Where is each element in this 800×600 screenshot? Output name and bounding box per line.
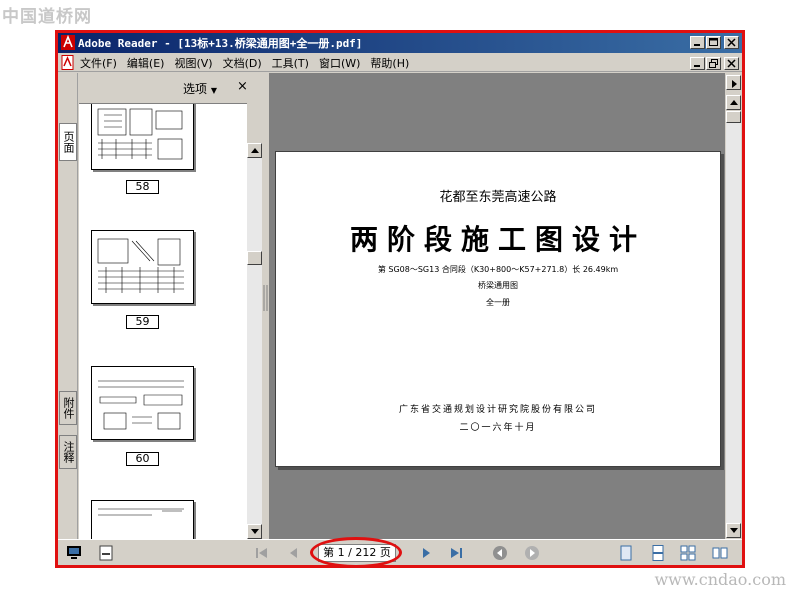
document-scrollbar[interactable] [725, 73, 742, 539]
restore-icon [709, 59, 718, 68]
volume-title: 桥梁通用图 [478, 281, 518, 290]
maximize-button[interactable] [706, 36, 721, 49]
menu-edit[interactable]: 编辑(E) [127, 55, 165, 71]
monitor-icon[interactable] [66, 545, 82, 561]
navigation-tab-strip: 页面 附件 注释 [58, 73, 78, 539]
close-icon [727, 59, 736, 68]
arrow-up-icon [251, 148, 259, 153]
continuous-facing-view-icon[interactable] [680, 545, 696, 561]
pdf-page: 花都至东莞高速公路 两阶段施工图设计 第 SG08～SG13 合同段（K30+8… [275, 151, 721, 467]
thumbnail-panel: 选项 ▼ × 58 59 60 [79, 73, 263, 539]
page-setup-icon[interactable] [98, 545, 114, 561]
continuous-view-icon[interactable] [650, 545, 666, 561]
first-page-icon[interactable] [254, 546, 270, 560]
drawing-preview-icon [98, 508, 184, 516]
maximize-icon [709, 38, 718, 46]
page-number-field[interactable]: 第 1 / 212 页 [318, 544, 396, 562]
status-bar: 第 1 / 212 页 [58, 537, 742, 565]
arrow-down-icon [730, 528, 738, 533]
arrow-up-icon [730, 100, 738, 105]
drawing-preview-icon [97, 108, 183, 160]
tab-comments[interactable]: 注释 [59, 435, 77, 469]
page-number-label: 60 [126, 452, 159, 466]
options-menu[interactable]: 选项 ▼ [183, 80, 217, 97]
page-thumbnail-59[interactable] [91, 230, 194, 304]
close-panel-button[interactable]: × [237, 79, 248, 94]
doc-scroll-up-button[interactable] [726, 95, 741, 110]
window-title: Adobe Reader - [13标+13.桥梁通用图+全一册.pdf] [78, 37, 363, 50]
minimize-button[interactable] [690, 36, 705, 49]
issue-date: 二〇一六年十月 [459, 423, 537, 433]
menu-document[interactable]: 文档(D) [223, 55, 262, 71]
book-label: 全一册 [486, 298, 510, 307]
adobe-reader-icon [61, 35, 75, 50]
thumbnail-panel-header: 选项 ▼ × [79, 73, 263, 101]
menu-tools[interactable]: 工具(T) [272, 55, 309, 71]
watermark-bottom: www.cndao.com [654, 570, 786, 589]
watermark-top: 中国道桥网 [2, 7, 92, 27]
doc-scrollbar-thumb[interactable] [726, 111, 741, 123]
menu-items: 文件(F) 编辑(E) 视图(V) 文档(D) 工具(T) 窗口(W) 帮助(H… [80, 55, 409, 71]
close-icon [727, 38, 736, 47]
document-viewport[interactable]: 花都至东莞高速公路 两阶段施工图设计 第 SG08～SG13 合同段（K30+8… [269, 73, 725, 539]
scrollbar-thumb[interactable] [247, 251, 262, 265]
page-thumbnail-58[interactable] [91, 104, 194, 170]
doc-minimize-button[interactable] [690, 57, 705, 70]
chevron-down-icon: ▼ [210, 86, 217, 95]
reader-window: Adobe Reader - [13标+13.桥梁通用图+全一册.pdf] 文件… [55, 30, 745, 568]
arrow-right-icon [732, 80, 737, 88]
drawing-preview-icon [97, 238, 184, 293]
arrow-down-icon [251, 529, 259, 534]
page-thumbnail-61[interactable] [91, 500, 194, 539]
title-bar: Adobe Reader - [13标+13.桥梁通用图+全一册.pdf] [58, 33, 742, 53]
last-page-icon[interactable] [448, 546, 464, 560]
menu-window[interactable]: 窗口(W) [319, 55, 360, 71]
minimize-icon [694, 44, 700, 46]
tab-pages[interactable]: 页面 [59, 123, 77, 161]
menu-view[interactable]: 视图(V) [174, 55, 212, 71]
doc-scrollbar-track[interactable] [726, 123, 741, 523]
menu-file[interactable]: 文件(F) [80, 55, 117, 71]
facing-view-icon[interactable] [712, 545, 728, 561]
drawing-heading: 两阶段施工图设计 [349, 223, 646, 256]
close-button[interactable] [724, 36, 739, 49]
go-forward-icon[interactable] [524, 545, 540, 561]
doc-restore-button[interactable] [706, 57, 721, 70]
menu-bar: 文件(F) 编辑(E) 视图(V) 文档(D) 工具(T) 窗口(W) 帮助(H… [58, 53, 742, 72]
drawing-preview-icon [98, 380, 184, 430]
page-number-label: 59 [126, 315, 159, 329]
go-back-icon[interactable] [492, 545, 508, 561]
menu-help[interactable]: 帮助(H) [370, 55, 409, 71]
scroll-down-button[interactable] [247, 524, 262, 539]
project-title: 花都至东莞高速公路 [439, 190, 557, 205]
next-page-icon[interactable] [418, 546, 434, 560]
tab-attachments[interactable]: 附件 [59, 391, 77, 425]
institute-name: 广东省交通规划设计研究院股份有限公司 [398, 405, 597, 415]
expand-panel-button[interactable] [726, 75, 741, 90]
doc-scroll-down-button[interactable] [726, 523, 741, 538]
single-page-view-icon[interactable] [618, 545, 634, 561]
page-thumbnail-60[interactable] [91, 366, 194, 440]
thumbnail-list[interactable]: 58 59 60 [79, 103, 247, 539]
scroll-up-button[interactable] [247, 143, 262, 158]
minimize-icon [694, 65, 700, 67]
options-label: 选项 [183, 82, 208, 96]
previous-page-icon[interactable] [286, 546, 302, 560]
page-number-label: 58 [126, 180, 159, 194]
thumbnail-scrollbar[interactable] [247, 143, 262, 539]
pdf-document-icon [61, 55, 74, 70]
section-info: 第 SG08～SG13 合同段（K30+800～K57+271.8）长 26.4… [377, 265, 619, 274]
doc-close-button[interactable] [724, 57, 739, 70]
